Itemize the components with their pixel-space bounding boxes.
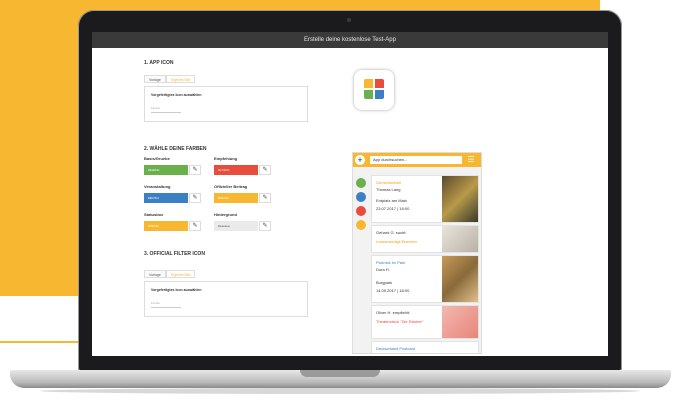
app-icon-preview — [354, 70, 394, 110]
section-filter-icon-heading: 3. OFFICIAL FILTER ICON — [144, 251, 205, 257]
tab-eigenes-bild[interactable]: Eigenes Bild — [165, 270, 196, 278]
list-item[interactable]: Deutschland Postcard — [371, 341, 479, 353]
color-label-hintergrund: Hintergrund — [214, 212, 237, 217]
app-screen: Erstelle deine kostenlose Test-App 1. AP… — [92, 32, 608, 356]
phone-search-input[interactable]: App durchsuchen... — [370, 156, 462, 164]
laptop-shadow — [40, 388, 640, 394]
card-subtitle: Dora H. — [376, 267, 390, 272]
app-icon-panel: Vorgefertigtes Icon auswählen Finden — [144, 86, 308, 122]
color-swatch-veranstaltung[interactable]: #3b7fc4 — [144, 193, 188, 203]
camera-icon — [347, 18, 351, 22]
app-icon-tabs: Vorlage Eigenes Bild — [144, 75, 196, 83]
card-title: Gehard G. sucht: — [376, 230, 407, 235]
card-image — [442, 306, 478, 338]
sidebar-yellow-icon[interactable] — [356, 220, 366, 230]
color-label-empfehlung: Empfehlung — [214, 156, 238, 161]
card-title: Deutschland Postcard — [376, 346, 416, 351]
color-swatch-statusbox[interactable]: #f7b731 — [144, 221, 188, 231]
color-label-basis: Basis/Gruebe — [144, 156, 170, 161]
pencil-icon[interactable]: ✎ — [189, 165, 201, 175]
filter-icon-panel: Vorgefertigtes Icon auswählen Finden — [144, 281, 308, 317]
window-title: Erstelle deine kostenlose Test-App — [92, 32, 608, 48]
card-location: Entplatz am Main — [376, 198, 407, 203]
app-icon-search-input[interactable]: Finden — [151, 105, 181, 113]
color-label-statusbox: Statusbox — [144, 212, 164, 217]
laptop-notch — [300, 370, 380, 377]
sidebar-blue-icon[interactable] — [356, 192, 366, 202]
card-title: Gemeinschaft — [376, 180, 401, 185]
card-title: Picknick im Park — [376, 260, 406, 265]
list-item[interactable]: Gehard G. sucht: Lesewuerdige Buecher — [371, 225, 479, 253]
sidebar-green-icon[interactable] — [356, 178, 366, 188]
tab-vorlage[interactable]: Vorlage — [144, 75, 166, 83]
card-location: Burgpark — [376, 280, 393, 285]
tab-eigenes-bild[interactable]: Eigenes Bild — [165, 75, 196, 83]
card-title: Oliver H. empfiehlt: — [376, 310, 411, 315]
app-icon-panel-label: Vorgefertigtes Icon auswählen — [151, 93, 202, 97]
plus-icon[interactable]: + — [355, 155, 365, 165]
menu-icon[interactable]: ☰ — [466, 156, 476, 164]
color-swatch-offizieller-beitrag[interactable]: #f7b731 — [214, 193, 258, 203]
color-swatch-empfehlung[interactable]: #e74c3c — [214, 165, 258, 175]
card-subtitle: Lesewuerdige Buecher — [376, 239, 417, 244]
color-label-offizieller-beitrag: Offizieller Beitrag — [214, 184, 248, 189]
card-image — [442, 226, 478, 252]
color-swatch-basis[interactable]: #6ab04c — [144, 165, 188, 175]
card-date: 14.09.2017 | 18:00 — [376, 288, 410, 293]
card-date: 23.07.2017 | 18:00 — [376, 206, 410, 211]
phone-preview: + App durchsuchen... ☰ Gemeinschaft Thom… — [352, 152, 482, 354]
card-subtitle: Theaterstück "Die Räuber" — [376, 319, 424, 324]
filter-icon-tabs: Vorlage Eigenes Bild — [144, 270, 196, 278]
pencil-icon[interactable]: ✎ — [259, 221, 271, 231]
filter-icon-panel-label: Vorgefertigtes Icon auswählen — [151, 288, 202, 292]
list-item[interactable]: Oliver H. empfiehlt: Theaterstück "Die R… — [371, 305, 479, 339]
section-app-icon-heading: 1. APP ICON — [144, 60, 174, 66]
card-image — [442, 176, 478, 222]
list-item[interactable]: Gemeinschaft Thomas Lang Entplatz am Mai… — [371, 175, 479, 223]
pencil-icon[interactable]: ✎ — [259, 193, 271, 203]
color-label-veranstaltung: Veranstaltung — [144, 184, 171, 189]
filter-icon-search-input[interactable]: Finden — [151, 300, 181, 308]
tab-vorlage[interactable]: Vorlage — [144, 270, 166, 278]
color-swatch-hintergrund[interactable]: #eaeaea — [214, 221, 258, 231]
pencil-icon[interactable]: ✎ — [259, 165, 271, 175]
sidebar-red-icon[interactable] — [356, 206, 366, 216]
section-colors-heading: 2. WÄHLE DEINE FARBEN — [144, 146, 207, 152]
card-subtitle: Thomas Lang — [376, 187, 401, 192]
card-image — [442, 256, 478, 302]
pencil-icon[interactable]: ✎ — [189, 193, 201, 203]
app-logo-icon — [364, 79, 384, 99]
list-item[interactable]: Picknick im Park Dora H. Burgpark 14.09.… — [371, 255, 479, 303]
pencil-icon[interactable]: ✎ — [189, 221, 201, 231]
